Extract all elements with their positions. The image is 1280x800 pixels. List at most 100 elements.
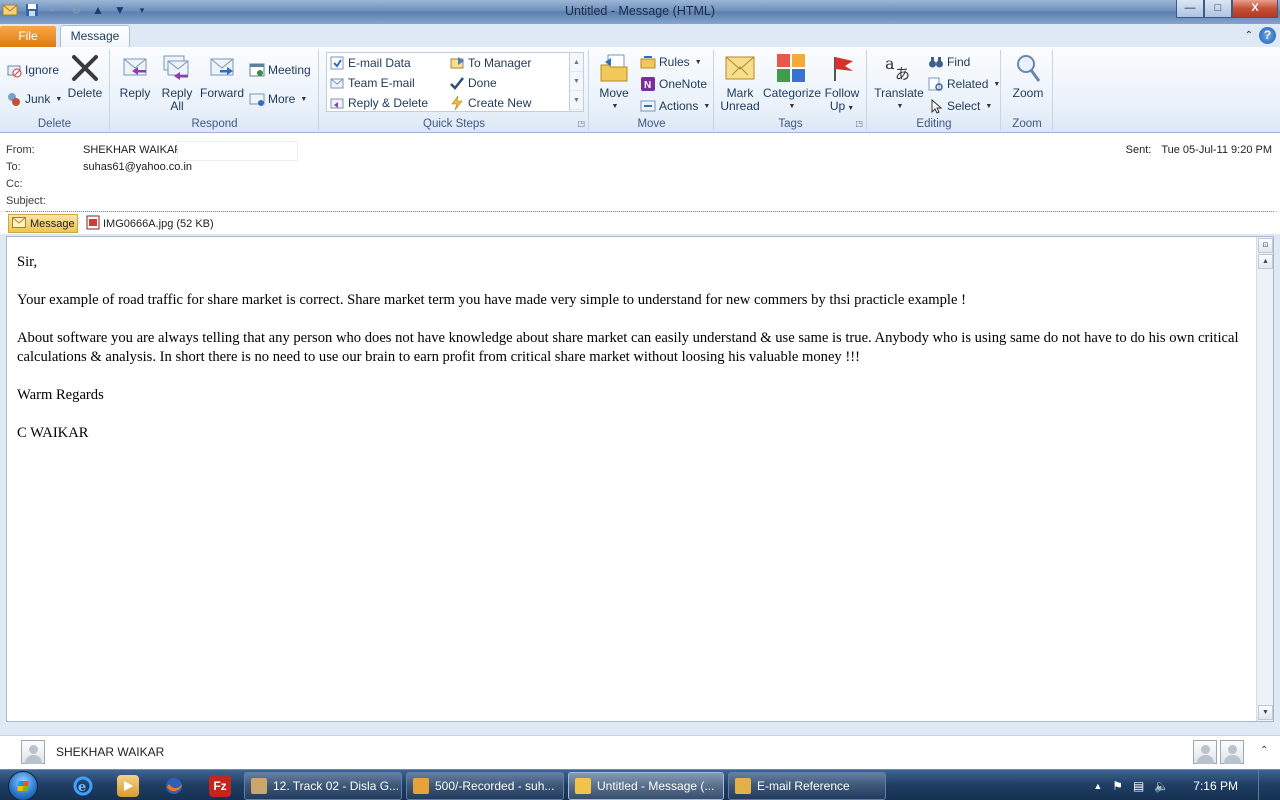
- flag-icon: [826, 52, 858, 84]
- group-tags: Mark Unread Categorize ▼ Follow Up ▼ ◳ Ta…: [715, 50, 867, 130]
- help-icon[interactable]: ?: [1259, 27, 1276, 44]
- task-email-reference[interactable]: E-mail Reference: [728, 772, 886, 800]
- group-zoom: Zoom Zoom: [1002, 50, 1053, 130]
- minimize-ribbon-icon[interactable]: ⌃: [1245, 30, 1253, 41]
- junk-icon: [6, 91, 22, 107]
- move-button[interactable]: Move ▼: [596, 52, 632, 113]
- start-button[interactable]: [8, 771, 38, 800]
- ignore-button[interactable]: Ignore: [6, 62, 59, 78]
- rules-button[interactable]: Rules ▼: [640, 54, 702, 70]
- message-body[interactable]: Sir, Your example of road traffic for sh…: [6, 236, 1274, 722]
- body-paragraph: Warm Regards: [17, 387, 104, 403]
- reply-all-button[interactable]: Reply All: [157, 52, 197, 113]
- quick-step-email-data[interactable]: E-mail Data: [329, 55, 411, 71]
- network-icon[interactable]: ▤: [1133, 779, 1144, 793]
- ribbon-tabs: File Message ⌃ ?: [0, 24, 1280, 47]
- calendar-icon: [249, 62, 265, 78]
- svg-text:あ: あ: [895, 65, 910, 83]
- categorize-button[interactable]: Categorize ▼: [763, 52, 821, 113]
- move-folder-icon: [598, 52, 630, 84]
- task-untitled-message[interactable]: Untitled - Message (...: [568, 772, 724, 800]
- expand-people-pane-icon[interactable]: ⌃: [1260, 745, 1268, 756]
- outlook-icon: [413, 778, 429, 794]
- to-value[interactable]: suhas61@yahoo.co.in: [83, 161, 192, 173]
- select-button[interactable]: Select ▼: [928, 98, 992, 114]
- show-hidden-icons-icon[interactable]: ▲: [1093, 781, 1102, 791]
- more-icon: [249, 91, 265, 107]
- message-view-tab[interactable]: Message: [8, 214, 78, 233]
- quick-step-to-manager[interactable]: To Manager: [449, 55, 531, 71]
- zoom-button[interactable]: Zoom: [1008, 52, 1048, 100]
- body-paragraph: Sir,: [17, 254, 38, 270]
- media-player-icon[interactable]: [117, 775, 139, 797]
- scroll-down-icon[interactable]: ▼: [570, 72, 583, 91]
- from-label: From:: [6, 144, 35, 156]
- onenote-icon: N: [640, 76, 656, 92]
- body-scrollbar[interactable]: ⊡ ▲ ▼: [1256, 237, 1273, 721]
- onenote-button[interactable]: N OneNote: [640, 76, 707, 92]
- action-center-flag-icon[interactable]: ⚑: [1112, 779, 1123, 793]
- related-button[interactable]: Related ▼: [928, 76, 1000, 92]
- reply-delete-icon: [329, 95, 345, 111]
- clock[interactable]: 7:16 PM: [1193, 779, 1238, 793]
- forward-icon: [206, 52, 238, 84]
- quick-steps-scroll[interactable]: ▲ ▼ ▼: [569, 53, 583, 111]
- find-button[interactable]: Find: [928, 54, 970, 70]
- close-button[interactable]: X: [1232, 0, 1278, 18]
- people-pane-name[interactable]: SHEKHAR WAIKAR: [56, 745, 164, 759]
- sent-label: Sent:: [1125, 144, 1152, 156]
- group-quick-steps: E-mail Data To Manager Team E-mail Done …: [320, 50, 589, 130]
- title-bar: ↶ ↻ ▲ ▼ ▾ Untitled - Message (HTML) — □ …: [0, 0, 1280, 24]
- quick-step-reply-delete[interactable]: Reply & Delete: [329, 95, 428, 111]
- maximize-button[interactable]: □: [1204, 0, 1232, 18]
- task-track[interactable]: 12. Track 02 - Disla G...: [244, 772, 402, 800]
- avatar[interactable]: [21, 740, 45, 764]
- quick-step-team-email[interactable]: Team E-mail: [329, 75, 415, 91]
- group-editing: aあ Translate ▼ Find Related ▼ Select ▼ Edi…: [868, 50, 1001, 130]
- scroll-up-icon[interactable]: ▲: [570, 53, 583, 72]
- quick-step-done[interactable]: Done: [449, 75, 497, 91]
- delete-x-icon: [69, 52, 101, 84]
- group-move: Move ▼ Rules ▼ N OneNote Actions ▼ Move: [590, 50, 714, 130]
- tab-file[interactable]: File: [0, 26, 56, 47]
- internet-explorer-icon[interactable]: e: [72, 775, 94, 797]
- forward-button[interactable]: Forward: [199, 52, 245, 100]
- more-button[interactable]: More ▼: [249, 91, 307, 107]
- from-value[interactable]: SHEKHAR WAIKAR: [83, 144, 182, 156]
- translate-icon: aあ: [883, 52, 915, 84]
- binoculars-icon: [928, 54, 944, 70]
- attachment-file[interactable]: IMG0666A.jpg (52 KB): [86, 215, 214, 233]
- scroll-up-icon[interactable]: ▲: [1258, 254, 1273, 269]
- taskbar: e Fz 12. Track 02 - Disla G... 500/-Reco…: [0, 769, 1280, 800]
- junk-button[interactable]: Junk ▼: [6, 91, 62, 107]
- envelope-icon: [575, 778, 591, 794]
- translate-button[interactable]: aあ Translate ▼: [872, 52, 926, 113]
- expand-gallery-icon[interactable]: ▼: [570, 91, 583, 110]
- tab-message[interactable]: Message: [60, 25, 130, 47]
- subject-label: Subject:: [6, 195, 46, 207]
- quick-step-create-new[interactable]: Create New: [449, 95, 531, 111]
- mark-unread-button[interactable]: Mark Unread: [719, 52, 761, 113]
- firefox-icon[interactable]: [163, 775, 185, 797]
- task-recorded[interactable]: 500/-Recorded - suh...: [406, 772, 564, 800]
- scroll-down-icon[interactable]: ▼: [1258, 705, 1273, 720]
- svg-text:e: e: [78, 780, 86, 795]
- categorize-icon: [775, 52, 807, 84]
- meeting-button[interactable]: Meeting: [249, 62, 311, 78]
- volume-icon[interactable]: 🔈: [1154, 779, 1169, 793]
- minimize-button[interactable]: —: [1176, 0, 1204, 18]
- group-respond: Reply Reply All Forward Meeting More ▼ R…: [111, 50, 319, 130]
- view-options-icon[interactable]: ⊡: [1258, 238, 1273, 253]
- message-headers: From: SHEKHAR WAIKAR To: suhas61@yahoo.c…: [0, 133, 1280, 211]
- avatar[interactable]: [1220, 740, 1244, 764]
- lightning-icon: [449, 95, 465, 111]
- rules-icon: [640, 54, 656, 70]
- show-desktop-button[interactable]: [1258, 770, 1270, 800]
- body-paragraph: C WAIKAR: [17, 425, 89, 441]
- actions-button[interactable]: Actions ▼: [640, 98, 710, 114]
- delete-button[interactable]: Delete: [66, 52, 104, 100]
- reply-button[interactable]: Reply: [117, 52, 153, 100]
- follow-up-button[interactable]: Follow Up ▼: [821, 52, 863, 115]
- filezilla-icon[interactable]: Fz: [209, 775, 231, 797]
- avatar[interactable]: [1193, 740, 1217, 764]
